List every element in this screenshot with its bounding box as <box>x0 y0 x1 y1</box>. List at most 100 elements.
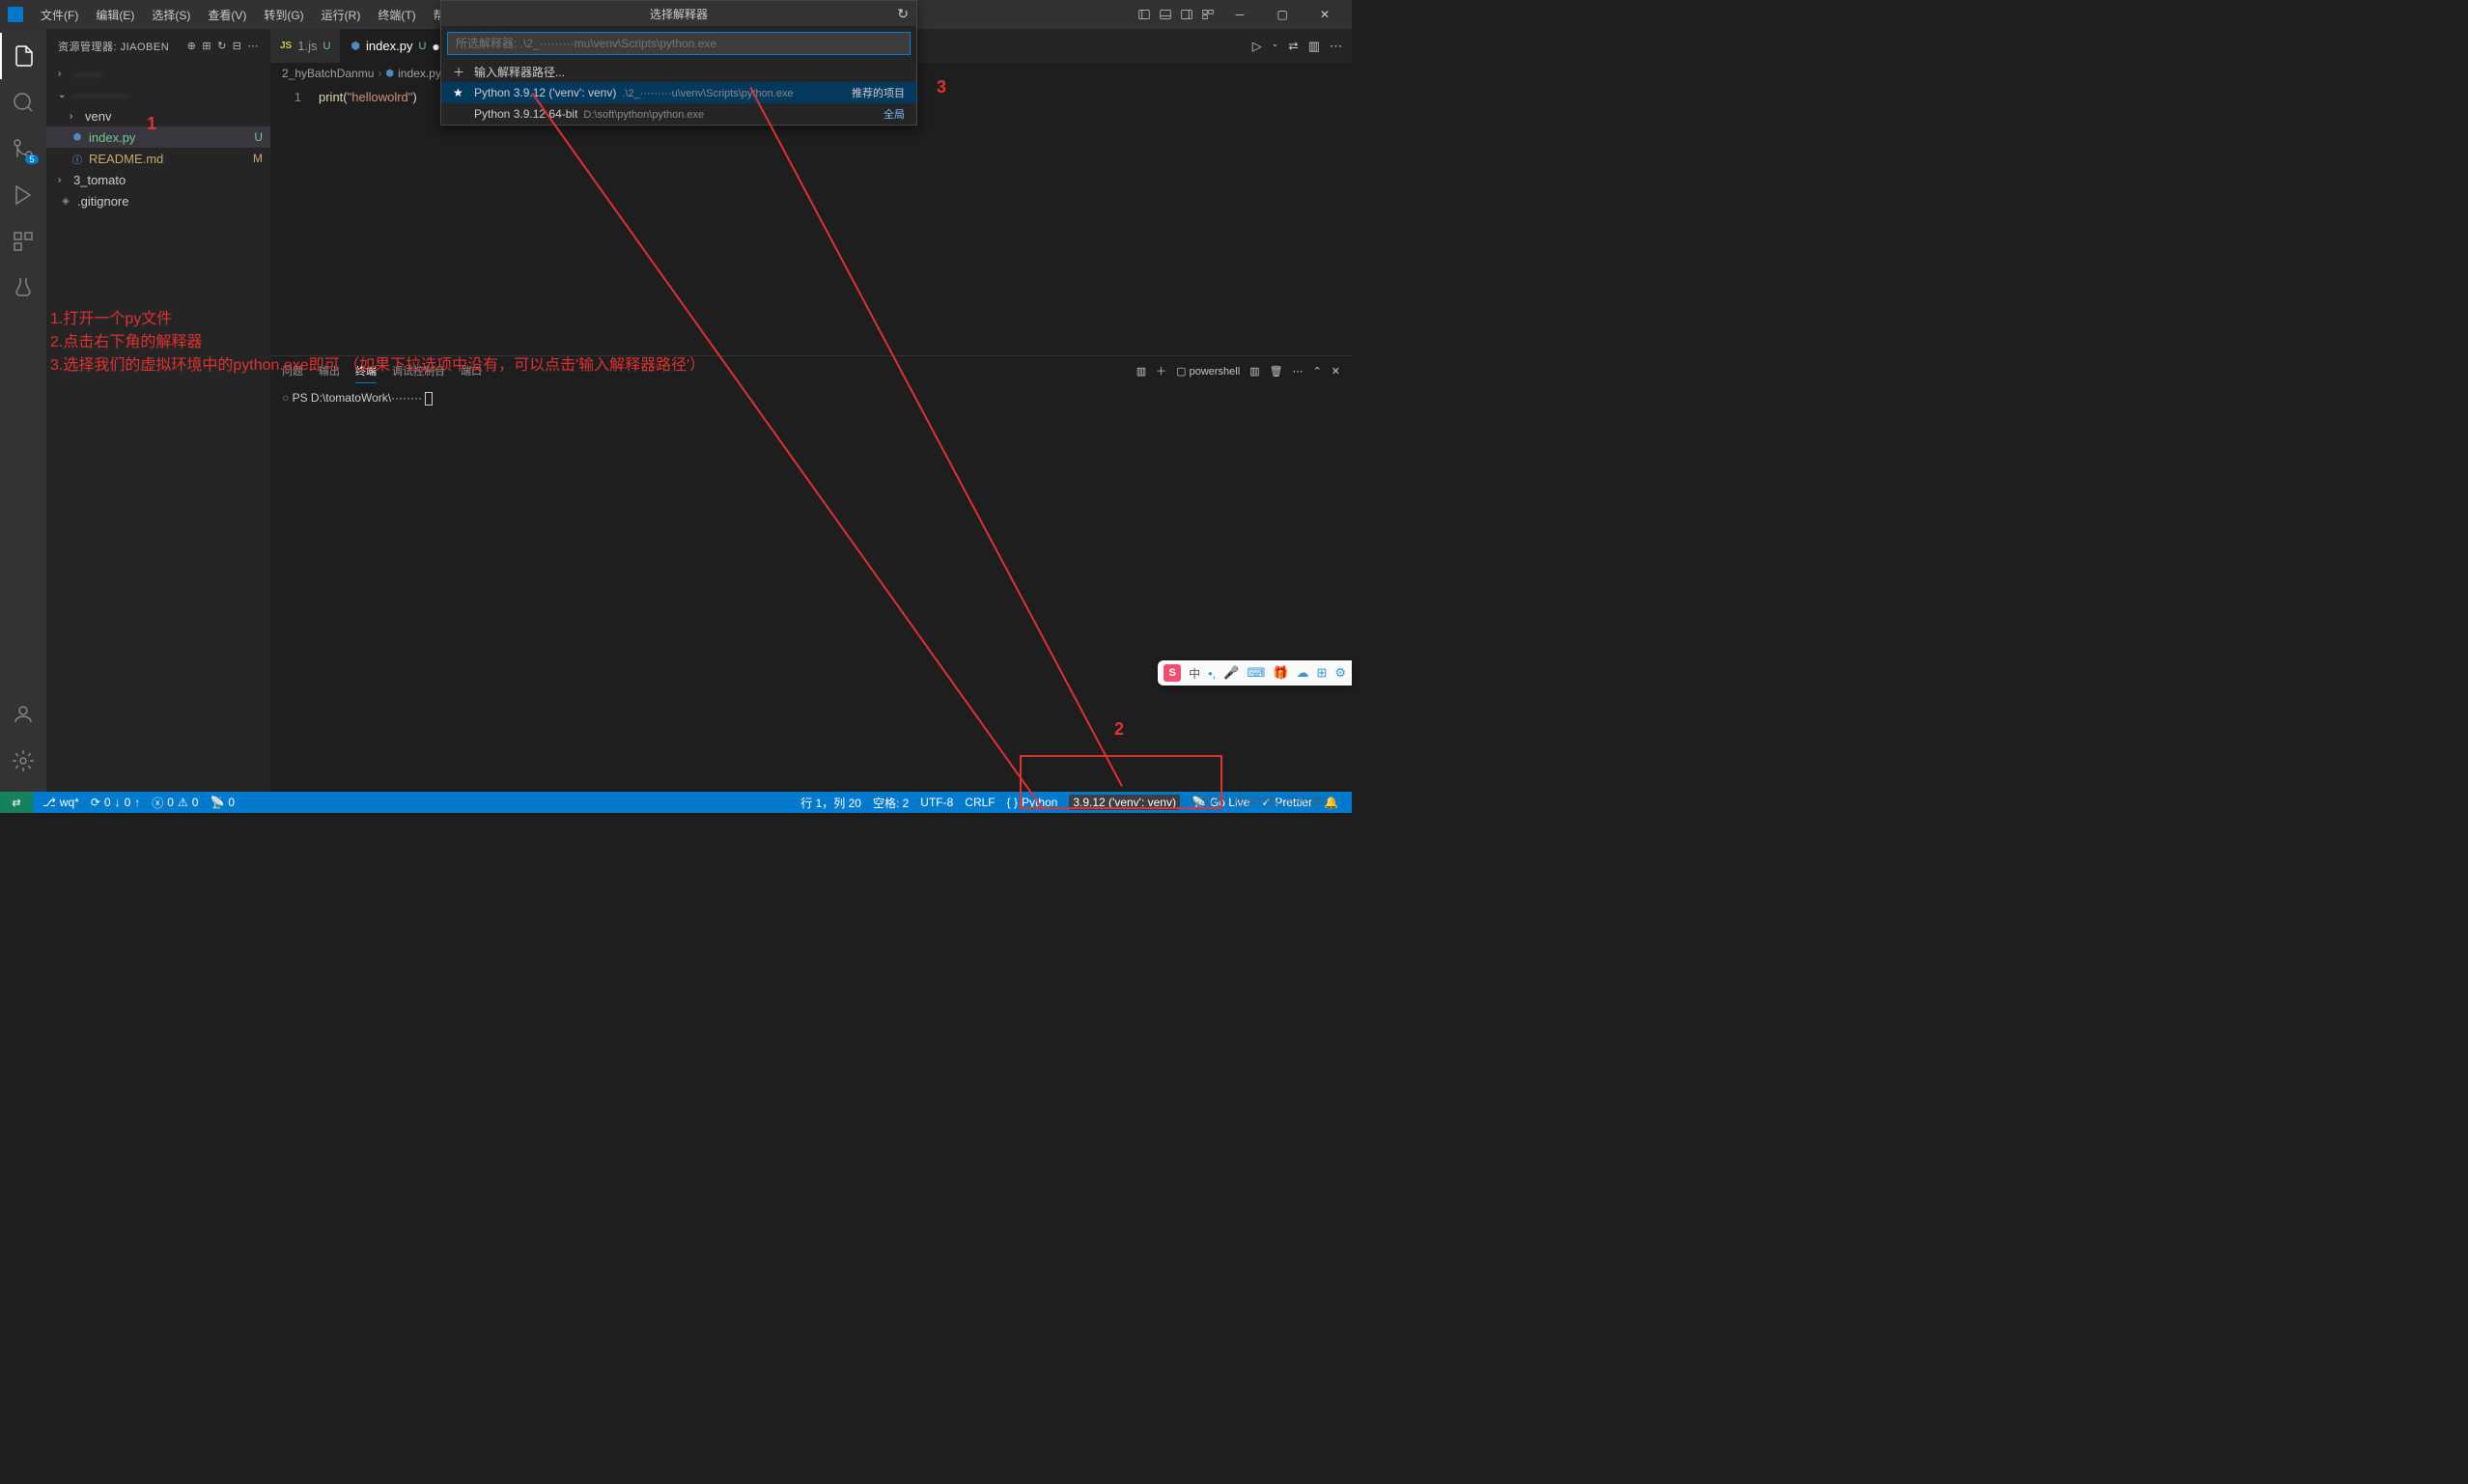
status-language[interactable]: { }Python <box>1001 796 1064 809</box>
terminal-new-icon[interactable]: ＋ <box>1156 363 1166 378</box>
terminal-shell-icon[interactable]: ▢ powershell <box>1176 365 1240 378</box>
compare-icon[interactable]: ⮂ <box>1288 39 1298 54</box>
new-folder-icon[interactable]: ⊞ <box>202 40 211 52</box>
collapse-icon[interactable]: ⊟ <box>233 40 242 52</box>
interpreter-option-tag: 全局 <box>883 106 905 122</box>
ime-lang[interactable]: 中 <box>1189 665 1200 682</box>
interpreter-option-global[interactable]: Python 3.9.12 64-bitD:\soft\python\pytho… <box>441 103 916 125</box>
interpreter-option-venv[interactable]: ★ Python 3.9.12 ('venv': venv).\2_······… <box>441 82 916 103</box>
activity-search[interactable] <box>0 79 46 126</box>
ime-grid-icon[interactable]: ⊞ <box>1316 665 1327 681</box>
ime-keyboard-icon[interactable]: ⌨ <box>1247 665 1265 681</box>
window-close[interactable]: ✕ <box>1305 0 1344 29</box>
check-icon: ✓ <box>1261 796 1271 809</box>
tree-file-index-py[interactable]: ⬢index.pyU <box>46 126 270 148</box>
menu-edit[interactable]: 编辑(E) <box>88 3 142 27</box>
menu-go[interactable]: 转到(G) <box>256 3 311 27</box>
status-sync[interactable]: ⟳0↓ 0↑ <box>85 792 146 813</box>
tab-1js[interactable]: JS 1.js U <box>270 29 341 63</box>
status-problems[interactable]: ⓧ0 ⚠0 <box>146 792 204 813</box>
activity-run-debug[interactable] <box>0 172 46 218</box>
tree-folder-tomato[interactable]: ›3_tomato <box>46 169 270 190</box>
layout-panel-icon[interactable] <box>1157 6 1174 23</box>
menu-view[interactable]: 查看(V) <box>200 3 254 27</box>
menu-terminal[interactable]: 终端(T) <box>370 3 423 27</box>
terminal-maximize-icon[interactable]: ⌃ <box>1313 365 1322 378</box>
activity-explorer[interactable] <box>0 33 46 79</box>
activity-extensions[interactable] <box>0 218 46 265</box>
ime-cloud-icon[interactable]: ☁ <box>1296 665 1308 681</box>
terminal-kill-icon[interactable]: 🗑 <box>1270 365 1283 378</box>
tree-folder[interactable]: ›······· <box>46 63 270 84</box>
more-icon[interactable]: ⋯ <box>248 40 260 52</box>
radio-icon: 📡 <box>210 796 224 809</box>
menu-run[interactable]: 运行(R) <box>314 3 369 27</box>
tree-file-readme[interactable]: ⓘREADME.mdM <box>46 148 270 169</box>
branch-icon: ⎇ <box>42 796 56 809</box>
status-golive[interactable]: 📡Go Live <box>1186 796 1255 809</box>
tab-status: U <box>323 41 330 52</box>
menu-select[interactable]: 选择(S) <box>144 3 198 27</box>
run-icon[interactable]: ▷ <box>1252 39 1262 54</box>
plus-icon: ＋ <box>453 64 468 80</box>
interpreter-search-input[interactable] <box>447 32 911 55</box>
tree-folder-open[interactable]: ⌄············· <box>46 84 270 105</box>
ime-settings-icon[interactable]: ⚙ <box>1334 665 1346 681</box>
ime-punct-icon[interactable]: •, <box>1208 666 1216 681</box>
split-editor-icon[interactable]: ▥ <box>1308 39 1320 54</box>
layout-customize-icon[interactable] <box>1199 6 1217 23</box>
terminal-split-icon[interactable]: ▥ <box>1136 365 1146 378</box>
status-prettier[interactable]: ✓Prettier <box>1255 796 1318 809</box>
activity-accounts[interactable] <box>0 691 46 738</box>
interpreter-picker-title: 选择解释器 ↻ <box>441 1 916 26</box>
sync-icon: ⟳ <box>91 796 100 809</box>
remote-indicator[interactable]: ⇄ <box>0 792 33 813</box>
run-dropdown-icon[interactable]: ⌄ <box>1272 39 1279 54</box>
terminal-layout-icon[interactable]: ▥ <box>1249 365 1259 378</box>
panel-tab-output[interactable]: 输出 <box>319 359 340 382</box>
tab-index-py[interactable]: ⬢ index.py U ● <box>341 29 450 63</box>
python-file-icon: ⬢ <box>385 69 394 79</box>
status-interpreter[interactable]: 3.9.12 ('venv': venv) <box>1063 795 1186 810</box>
breadcrumb-file[interactable]: index.py <box>398 67 441 80</box>
more-actions-icon[interactable]: ⋯ <box>1330 39 1342 54</box>
ime-gift-icon[interactable]: 🎁 <box>1273 665 1288 681</box>
ime-toolbar[interactable]: S 中 •, 🎤 ⌨ 🎁 ☁ ⊞ ⚙ <box>1158 660 1352 686</box>
interpreter-add-path[interactable]: ＋ 输入解释器路径... <box>441 61 916 82</box>
star-icon: ★ <box>453 86 468 99</box>
tab-dirty-icon: ● <box>432 39 439 54</box>
interpreter-option-label: Python 3.9.12 64-bitD:\soft\python\pytho… <box>474 107 883 121</box>
ime-logo-icon: S <box>1164 664 1181 682</box>
activity-testing[interactable] <box>0 265 46 311</box>
status-encoding[interactable]: UTF-8 <box>914 796 959 809</box>
status-indent[interactable]: 空格: 2 <box>867 795 914 811</box>
tree-file-gitignore[interactable]: ◈.gitignore <box>46 190 270 211</box>
status-notifications[interactable]: 🔔 <box>1318 796 1344 809</box>
ime-mic-icon[interactable]: 🎤 <box>1223 665 1239 681</box>
terminal-close-icon[interactable]: ✕ <box>1332 365 1340 378</box>
panel-tab-terminal[interactable]: 终端 <box>355 359 377 383</box>
window-maximize[interactable]: ▢ <box>1263 0 1302 29</box>
window-minimize[interactable]: ─ <box>1220 0 1259 29</box>
menu-file[interactable]: 文件(F) <box>33 3 86 27</box>
panel-tab-ports[interactable]: 端口 <box>461 359 482 382</box>
git-file-icon: ◈ <box>58 196 73 207</box>
breadcrumb-folder[interactable]: 2_hyBatchDanmu <box>282 67 374 80</box>
activity-source-control[interactable]: 5 <box>0 126 46 172</box>
activity-settings[interactable] <box>0 738 46 784</box>
refresh-icon[interactable]: ↻ <box>217 40 227 52</box>
interpreter-refresh-icon[interactable]: ↻ <box>897 6 909 22</box>
layout-secondary-icon[interactable] <box>1178 6 1195 23</box>
status-line-col[interactable]: 行 1，列 20 <box>795 795 867 811</box>
status-ports[interactable]: 📡0 <box>204 792 240 813</box>
terminal-content[interactable]: ○ PS D:\tomatoWork\········ <box>270 385 1352 792</box>
panel-tab-debug[interactable]: 调试控制台 <box>392 359 445 382</box>
status-eol[interactable]: CRLF <box>959 796 1000 809</box>
panel-tab-problems[interactable]: 问题 <box>282 359 303 382</box>
new-file-icon[interactable]: ⊕ <box>187 40 197 52</box>
tree-folder-venv[interactable]: ›venv <box>46 105 270 126</box>
status-branch[interactable]: ⎇wq* <box>37 792 85 813</box>
terminal-more-icon[interactable]: ⋯ <box>1293 365 1304 378</box>
layout-primary-icon[interactable] <box>1136 6 1153 23</box>
statusbar: ⇄ ⎇wq* ⟳0↓ 0↑ ⓧ0 ⚠0 📡0 行 1，列 20 空格: 2 UT… <box>0 792 1352 813</box>
